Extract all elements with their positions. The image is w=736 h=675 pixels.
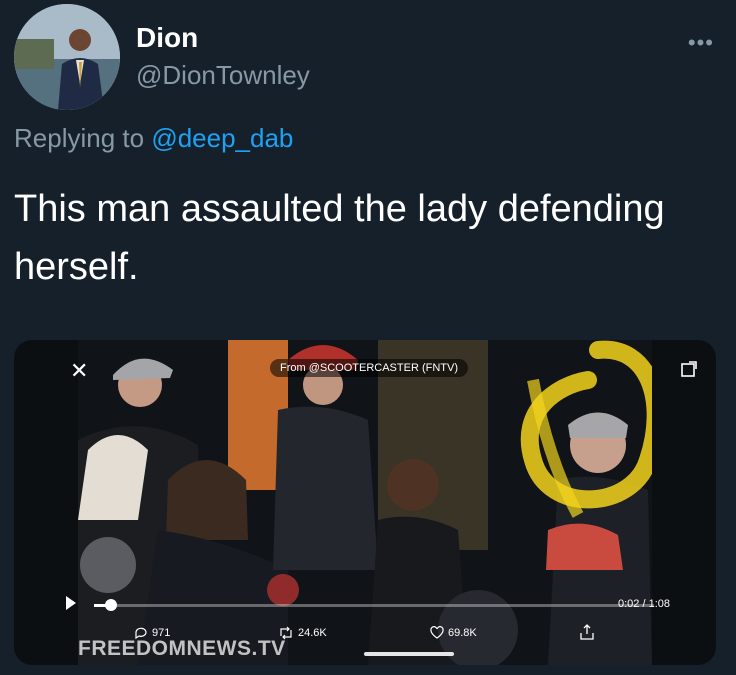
video-time: 0:02 / 1:08 [618,598,670,610]
tweet-text: This man assaulted the lady defending he… [14,188,665,288]
heart-icon [430,626,444,639]
progress-bar[interactable] [94,599,654,611]
reply-stat[interactable]: 971 [134,626,170,640]
retweet-stat[interactable]: 24.6K [278,626,327,640]
like-stat[interactable]: 69.8K [430,626,477,639]
avatar[interactable] [14,4,120,110]
progress-handle[interactable] [104,599,117,611]
video-source-label: From @SCOOTERCASTER (FNTV) [270,359,468,377]
author-handle[interactable]: @DionTownley [136,60,310,91]
retweet-icon [280,626,292,640]
reply-prefix: Replying to [14,123,152,153]
expand-icon[interactable] [680,360,698,378]
retweet-count: 24.6K [298,627,327,639]
reply-context: Replying to @deep_dab [14,123,293,154]
more-options-icon[interactable]: ••• [688,30,714,56]
scrub-indicator [364,652,454,656]
close-icon[interactable]: ✕ [70,358,88,384]
reply-icon [135,627,147,640]
play-icon[interactable] [66,596,76,610]
like-count: 69.8K [448,626,477,639]
author-name[interactable]: Dion [136,22,198,54]
reply-count: 971 [152,627,171,639]
video-player[interactable]: ✕ From @SCOOTERCASTER (FNTV) FREEDOMNEWS… [14,340,716,665]
reply-mention-link[interactable]: @deep_dab [151,123,293,153]
share-icon[interactable] [580,624,594,640]
